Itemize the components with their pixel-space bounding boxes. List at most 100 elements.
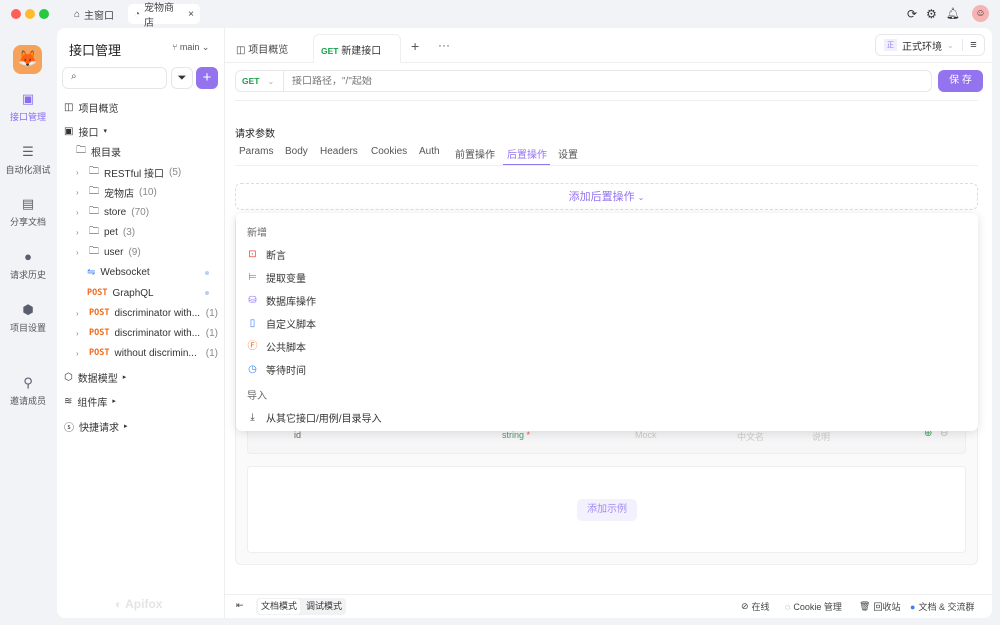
- status-dot: [205, 291, 209, 295]
- chevron-right-icon: ›: [76, 227, 79, 237]
- minimize-window-button[interactable]: [25, 9, 35, 19]
- test-icon: ☰: [22, 144, 34, 159]
- add-post-op-button[interactable]: 添加后置操作 ⌄: [235, 183, 978, 210]
- gear-icon[interactable]: ⚙: [926, 7, 937, 21]
- caret-icon: ▾: [103, 128, 107, 135]
- rail-item-invite[interactable]: ⚲ 邀请成员: [0, 376, 56, 407]
- menu-group-title: 新增: [247, 228, 267, 239]
- more-icon[interactable]: ···: [438, 38, 450, 52]
- tree-endpoint[interactable]: › POST discriminator with... (1): [76, 304, 218, 322]
- tab-settings[interactable]: 设置: [558, 146, 578, 161]
- rail-item-api[interactable]: ▣ 接口管理: [0, 92, 56, 123]
- tab-headers[interactable]: Headers: [320, 146, 358, 157]
- api-icon: ▣: [64, 125, 74, 137]
- avatar[interactable]: ☺: [972, 5, 989, 22]
- tree-websocket[interactable]: ⇋ Websocket: [87, 263, 150, 281]
- tab-post-ops[interactable]: 后置操作: [507, 146, 547, 161]
- filter-button[interactable]: ⏷: [171, 67, 193, 89]
- tree-folder[interactable]: › 🗀 RESTful 接口 (5): [76, 163, 181, 181]
- url-input[interactable]: [284, 75, 931, 87]
- sidebar-title: 接口管理: [69, 43, 122, 58]
- tree-endpoint[interactable]: › POST without discrimin... (1): [76, 344, 218, 362]
- refresh-icon[interactable]: ⟳: [907, 7, 917, 21]
- collapse-sidebar-icon[interactable]: ⇤: [236, 600, 244, 611]
- branch-selector[interactable]: ⑂ main ⌄: [172, 42, 209, 53]
- chevron-down-icon: ⌄: [267, 76, 275, 86]
- tree-root[interactable]: 🗀 根目录: [76, 142, 121, 160]
- tree-components[interactable]: ≋ 组件库 ▸: [64, 392, 116, 410]
- new-tab-button[interactable]: +: [411, 38, 419, 54]
- environment-selector[interactable]: 正正式环境 ⌄ ≡: [875, 34, 985, 56]
- url-bar: GET ⌄: [235, 70, 932, 92]
- field-name: id: [294, 430, 302, 440]
- trash-button[interactable]: 🗑︎ 回收站: [859, 600, 900, 613]
- folder-icon: 🗀: [89, 225, 99, 237]
- tree-quick-request[interactable]: ⓢ 快捷请求 ▸: [64, 417, 128, 435]
- field-desc[interactable]: 说明: [812, 430, 830, 443]
- rail-item-docs[interactable]: ▤ 分享文档: [0, 197, 56, 228]
- maximize-window-button[interactable]: [39, 9, 49, 19]
- public-script-icon: Ⓕ: [247, 340, 258, 352]
- menu-item-import[interactable]: ⤓ 从其它接口/用例/目录导入: [247, 408, 381, 426]
- rail-item-settings[interactable]: ⬢ 项目设置: [0, 303, 56, 334]
- folder-icon: 🗀: [89, 205, 99, 217]
- search-input[interactable]: ⌕: [62, 67, 167, 89]
- add-example-button[interactable]: 添加示例: [577, 499, 637, 521]
- menu-item-custom-script[interactable]: ▯ 自定义脚本: [247, 314, 316, 332]
- online-status[interactable]: ⊘ 在线: [741, 600, 770, 613]
- cookie-manager-button[interactable]: ◌ Cookie 管理: [785, 600, 842, 613]
- tree-folder[interactable]: › 🗀 pet (3): [76, 223, 135, 241]
- check-circle-icon: ⊘: [741, 601, 749, 611]
- clock-icon: ●: [24, 249, 32, 264]
- tree-folder[interactable]: › 🗀 store (70): [76, 203, 149, 221]
- rail-item-test[interactable]: ☰ 自动化测试: [0, 145, 56, 176]
- add-button[interactable]: +: [196, 67, 218, 89]
- window-tab-project[interactable]: ◔ 宠物商店 ×: [128, 3, 200, 29]
- save-button[interactable]: 保 存: [938, 70, 983, 92]
- community-button[interactable]: ● 文档 & 交流群: [910, 600, 974, 613]
- database-icon: ⛁: [248, 294, 257, 306]
- folder-icon: 🗀: [89, 165, 99, 177]
- tab-cookies[interactable]: Cookies: [371, 146, 407, 157]
- caret-icon: ▸: [122, 374, 127, 381]
- tree-graphql[interactable]: POST GraphQL: [87, 284, 154, 302]
- close-icon[interactable]: ×: [188, 9, 194, 20]
- menu-item-database[interactable]: ⛁ 数据库操作: [247, 291, 316, 309]
- menu-item-extract[interactable]: ⊨ 提取变量: [247, 268, 306, 286]
- menu-item-assert[interactable]: ⊡ 断言: [247, 245, 286, 263]
- tree-endpoint[interactable]: › POST discriminator with... (1): [76, 324, 218, 342]
- menu-icon[interactable]: ≡: [962, 39, 984, 51]
- tree-folder[interactable]: › 🗀 宠物店 (10): [76, 183, 157, 201]
- menu-item-public-script[interactable]: Ⓕ 公共脚本: [247, 337, 307, 355]
- tab-params[interactable]: Params: [239, 146, 273, 157]
- overview-icon: ◫: [64, 101, 74, 113]
- bell-icon[interactable]: 🔔︎: [946, 7, 960, 20]
- field-cn-name[interactable]: 中文名: [737, 430, 764, 443]
- close-window-button[interactable]: [11, 9, 21, 19]
- tab-body[interactable]: Body: [285, 146, 308, 157]
- window-tab-home[interactable]: ⌂ 主窗口: [68, 4, 120, 24]
- rail-item-history[interactable]: ● 请求历史: [0, 250, 56, 281]
- tab-overview[interactable]: ◫ 项目概览: [236, 41, 288, 56]
- tree-folder[interactable]: › 🗀 user (9): [76, 243, 141, 261]
- debug-mode-button[interactable]: 调试模式: [303, 599, 345, 614]
- cookie-icon: ◌: [785, 601, 791, 612]
- chevron-down-icon: ⌄: [637, 193, 645, 202]
- book-icon: ▤: [21, 196, 35, 211]
- tab-new-api[interactable]: GET 新建接口: [313, 34, 401, 63]
- overview-icon: ◫: [236, 45, 246, 56]
- tab-auth[interactable]: Auth: [419, 146, 440, 157]
- tree-api[interactable]: ▣ 接口 ▾: [64, 122, 107, 140]
- field-mock[interactable]: Mock: [635, 430, 657, 440]
- doc-mode-button[interactable]: 文档模式: [258, 599, 300, 614]
- status-dot: [205, 271, 209, 275]
- divider: [235, 100, 978, 101]
- tree-data-models[interactable]: ⬡ 数据模型 ▸: [64, 368, 126, 386]
- lightning-icon: ⓢ: [64, 422, 74, 434]
- divider: [224, 594, 992, 595]
- tree-overview[interactable]: ◫ 项目概览: [64, 98, 118, 116]
- menu-item-wait[interactable]: ◷ 等待时间: [247, 360, 306, 378]
- folder-icon: 🗀: [89, 185, 99, 197]
- tab-pre-ops[interactable]: 前置操作: [455, 146, 495, 161]
- method-select[interactable]: GET ⌄: [236, 71, 284, 91]
